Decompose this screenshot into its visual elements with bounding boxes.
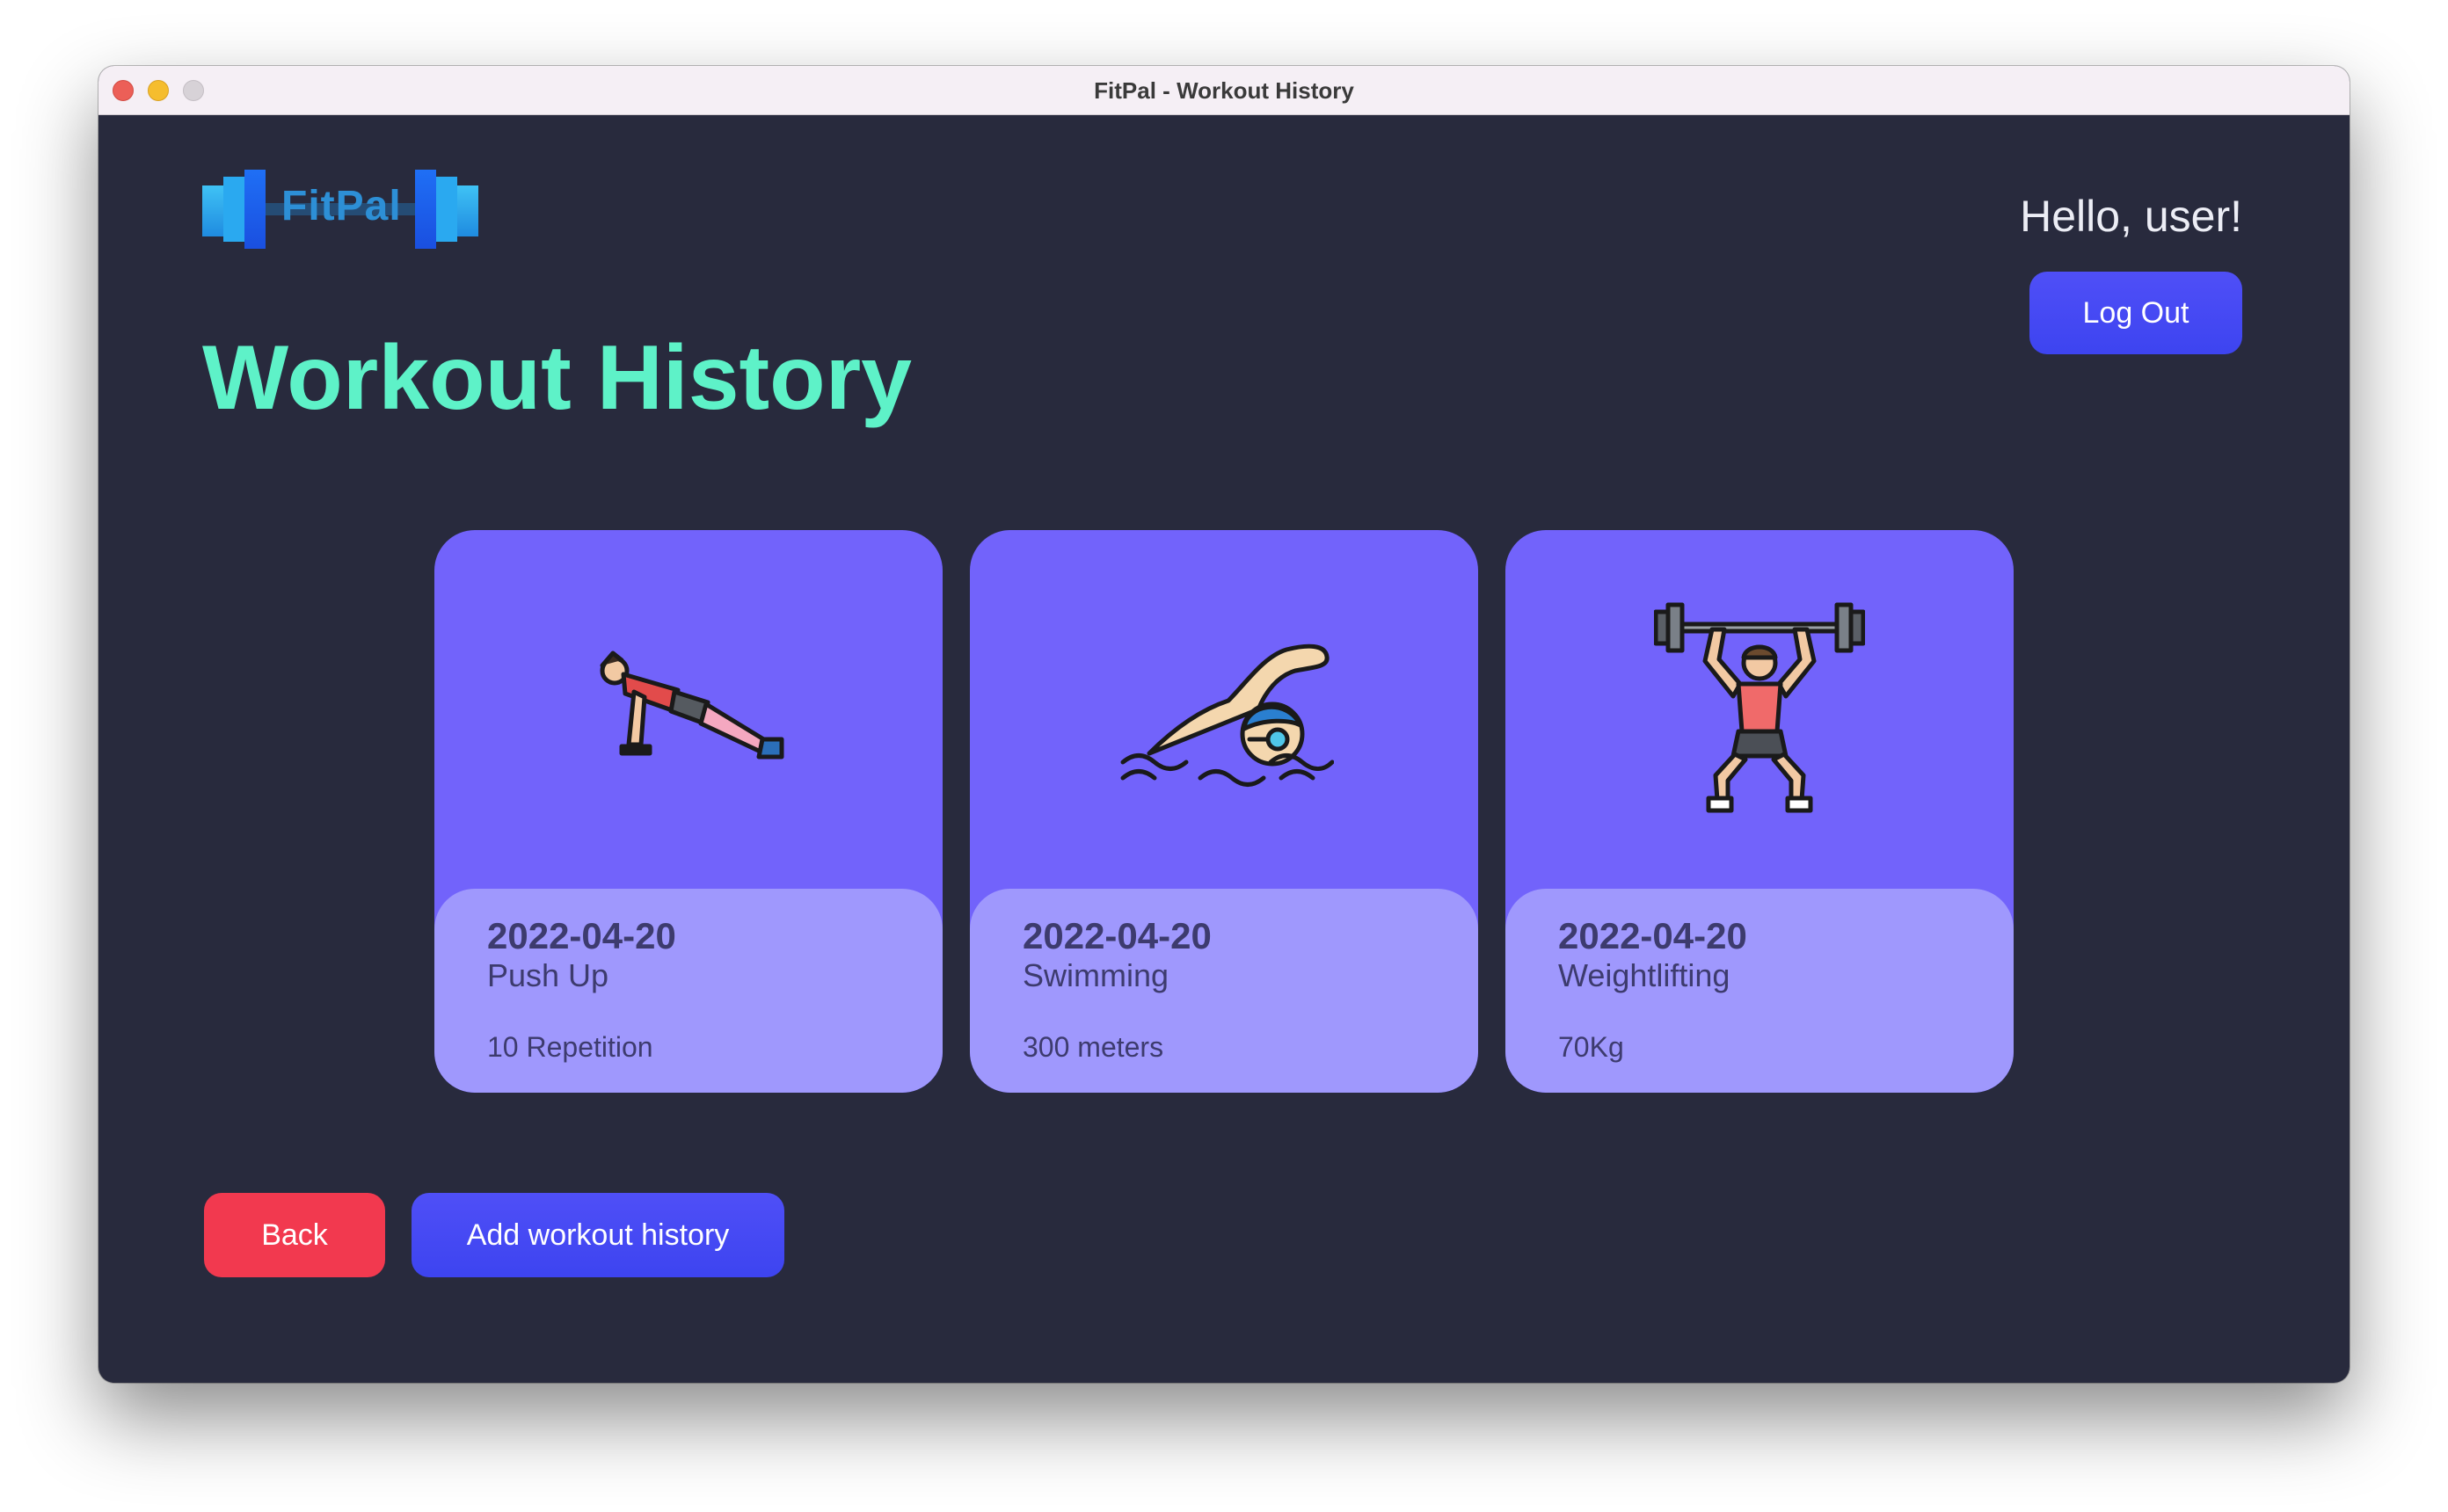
card-icon-area	[1505, 530, 2014, 889]
card-workout-name: Weightlifting	[1558, 957, 1730, 993]
logout-button[interactable]: Log Out	[2029, 272, 2242, 354]
title-bar: FitPal - Workout History	[98, 66, 2350, 115]
card-info: 2022-04-20 Push Up 10 Repetition	[434, 889, 943, 1093]
main-content: FitPal Hello, user! Log Out Workout Hist…	[98, 115, 2350, 1383]
weightlifting-icon	[1654, 602, 1865, 813]
card-workout-amount: 70Kg	[1558, 1031, 1624, 1063]
push-up-icon	[600, 651, 784, 760]
logo-text: FitPal	[281, 183, 402, 229]
card-icon-area	[970, 530, 1478, 889]
greeting-text: Hello, user!	[2020, 192, 2242, 241]
card-workout-amount: 300 meters	[1023, 1031, 1164, 1063]
card-info: 2022-04-20 Swimming 300 meters	[970, 889, 1478, 1093]
card-date: 2022-04-20	[487, 915, 676, 956]
workout-card[interactable]: 2022-04-20 Weightlifting 70Kg	[1505, 530, 2014, 1093]
workout-card-list: 2022-04-20 Push Up 10 Repetition 2022-04…	[434, 530, 2017, 1096]
card-workout-name: Push Up	[487, 957, 609, 993]
app-window: FitPal - Workout History FitPal Hello, u…	[98, 66, 2350, 1383]
back-button[interactable]: Back	[204, 1193, 385, 1277]
window-title: FitPal - Workout History	[1094, 77, 1354, 104]
swimming-icon	[1120, 643, 1334, 787]
fitpal-logo: FitPal	[202, 170, 484, 249]
card-info: 2022-04-20 Weightlifting 70Kg	[1505, 889, 2014, 1093]
card-workout-amount: 10 Repetition	[487, 1031, 653, 1063]
card-date: 2022-04-20	[1558, 915, 1747, 956]
card-date: 2022-04-20	[1023, 915, 1212, 956]
page-title: Workout History	[202, 327, 913, 429]
card-workout-name: Swimming	[1023, 957, 1169, 993]
card-icon-area	[434, 530, 943, 889]
add-workout-history-button[interactable]: Add workout history	[412, 1193, 784, 1277]
workout-card[interactable]: 2022-04-20 Push Up 10 Repetition	[434, 530, 943, 1093]
workout-card[interactable]: 2022-04-20 Swimming 300 meters	[970, 530, 1478, 1093]
